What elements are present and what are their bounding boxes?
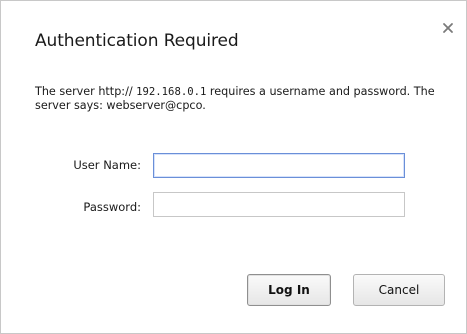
close-button[interactable] xyxy=(440,20,456,36)
dialog-title: Authentication Required xyxy=(35,31,239,51)
password-field[interactable] xyxy=(153,192,405,217)
auth-dialog: Authentication Required The server http:… xyxy=(0,0,467,334)
username-field[interactable] xyxy=(153,153,405,178)
username-label: User Name: xyxy=(73,158,141,172)
login-button[interactable]: Log In xyxy=(247,274,331,306)
auth-message: The server http:// 192.168.0.1 requires … xyxy=(35,85,435,113)
message-host: 192.168.0.1 xyxy=(136,86,207,98)
message-part1: The server http:// xyxy=(35,85,137,98)
password-label: Password: xyxy=(83,200,141,214)
close-icon xyxy=(443,23,453,33)
cancel-button[interactable]: Cancel xyxy=(353,274,445,306)
